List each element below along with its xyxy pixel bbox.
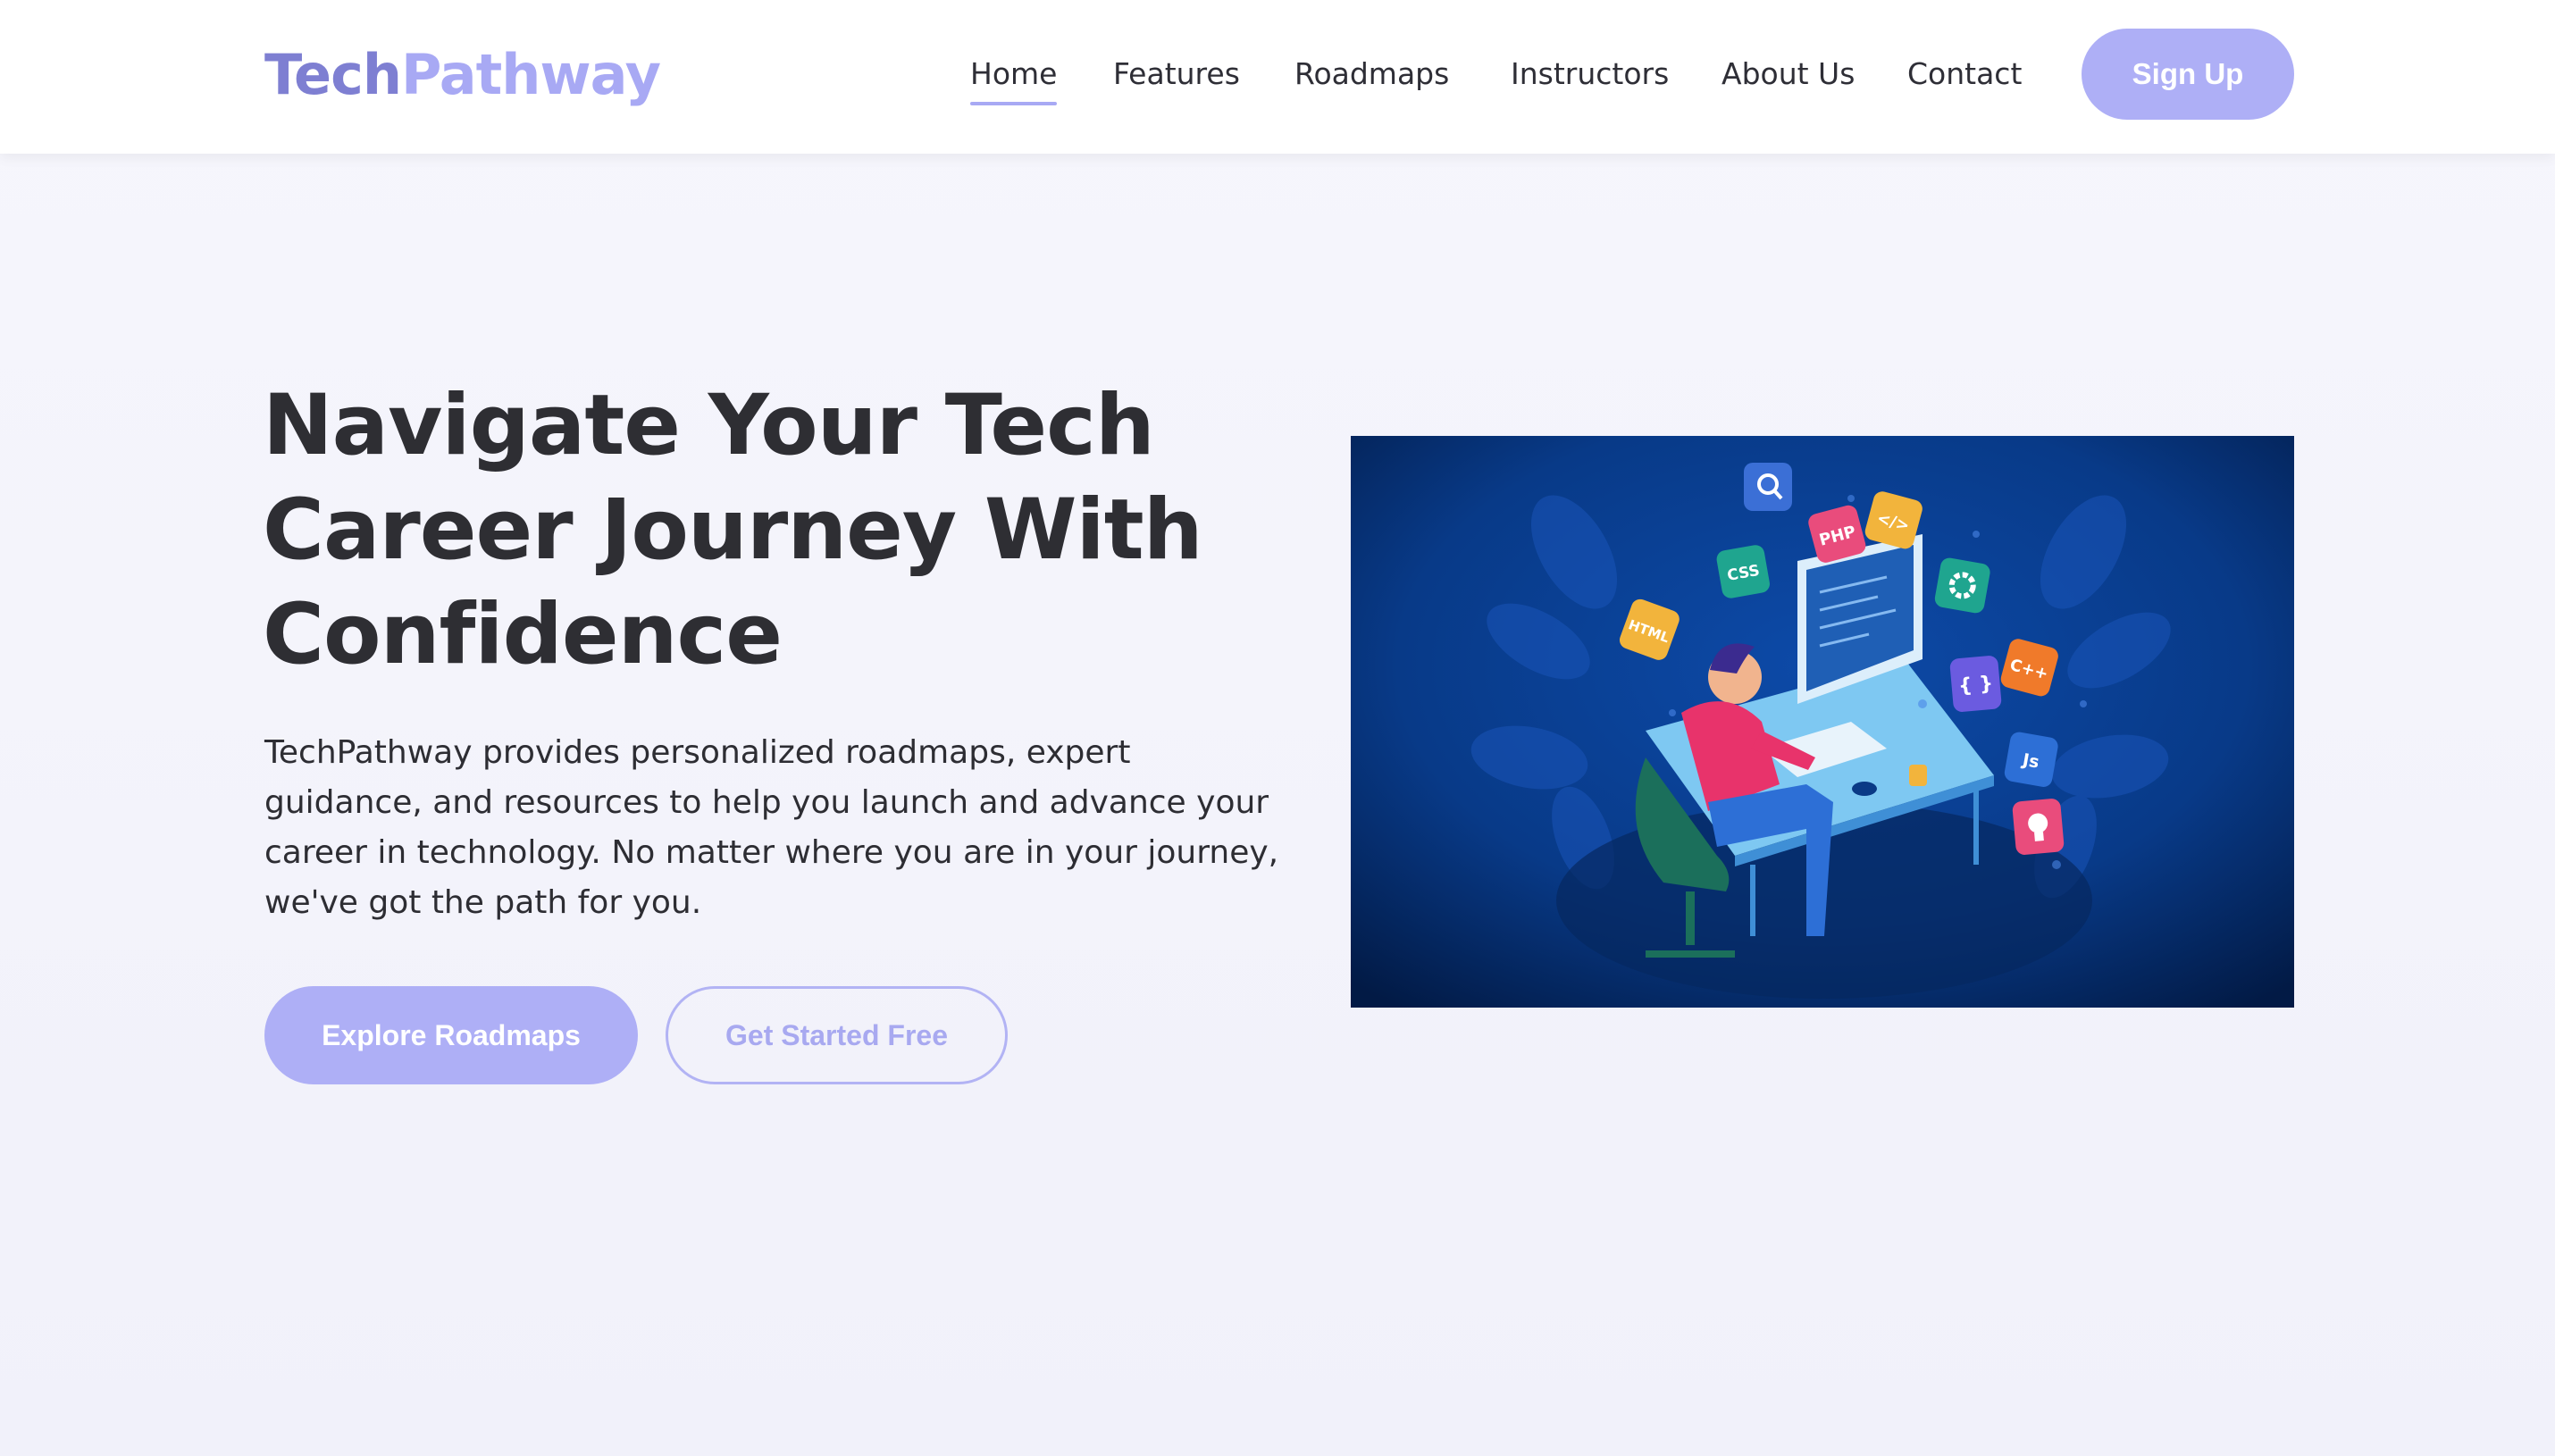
nav-roadmaps[interactable]: Roadmaps [1294,52,1449,96]
hero-title: Navigate Your Tech Career Journey With C… [263,377,1203,683]
nav-instructors[interactable]: Instructors [1511,52,1669,96]
site-header: TechPathway Home Features Roadmaps Instr… [0,0,2555,154]
nav-home[interactable]: Home [970,52,1058,105]
coffee-mug [1909,765,1927,786]
get-started-free-button[interactable]: Get Started Free [666,986,1008,1084]
lightbulb-icon [2012,799,2065,855]
js-icon: Js [2004,732,2058,787]
hero-description: TechPathway provides personalized roadma… [264,734,1279,921]
nav-about-us[interactable]: About Us [1721,52,1855,96]
hero-illustration: PHP </> CSS HTML C++ {} Js [1351,436,2294,1008]
braces-icon: { } [1949,656,2002,712]
search-icon [1744,463,1792,511]
explore-roadmaps-button[interactable]: Explore Roadmaps [264,986,638,1084]
gear-icon [1934,557,1990,614]
css-icon: CSS [1716,545,1770,598]
svg-text:{ }: { } [1957,673,1994,698]
nav-features[interactable]: Features [1113,52,1240,96]
nav-contact[interactable]: Contact [1907,52,2022,96]
sign-up-button[interactable]: Sign Up [2082,29,2294,120]
